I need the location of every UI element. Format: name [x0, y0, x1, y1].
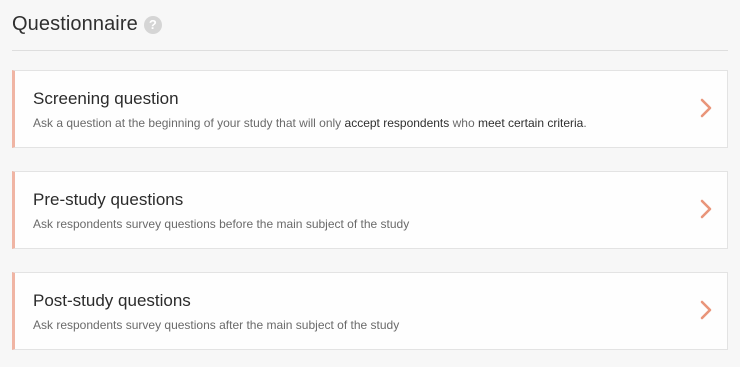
post-study-questions-card[interactable]: Post-study questions Ask respondents sur… — [12, 272, 728, 350]
page-title: Questionnaire — [12, 13, 138, 35]
card-description: Ask a question at the beginning of your … — [33, 116, 587, 130]
card-title: Post-study questions — [33, 291, 191, 310]
card-title: Screening question — [33, 89, 179, 108]
screening-question-card[interactable]: Screening question Ask a question at the… — [12, 70, 728, 148]
card-description: Ask respondents survey questions after t… — [33, 318, 400, 332]
chevron-right-icon — [700, 98, 712, 118]
pre-study-questions-card[interactable]: Pre-study questions Ask respondents surv… — [12, 171, 728, 249]
chevron-right-icon — [700, 300, 712, 320]
chevron-right-icon — [700, 199, 712, 219]
card-description: Ask respondents survey questions before … — [33, 217, 410, 231]
help-question-icon[interactable]: ? — [143, 16, 162, 34]
section-header: Questionnaire ? — [12, 12, 728, 51]
card-title: Pre-study questions — [33, 190, 184, 209]
questionnaire-page: Questionnaire ? Screening question Ask a… — [0, 0, 740, 367]
